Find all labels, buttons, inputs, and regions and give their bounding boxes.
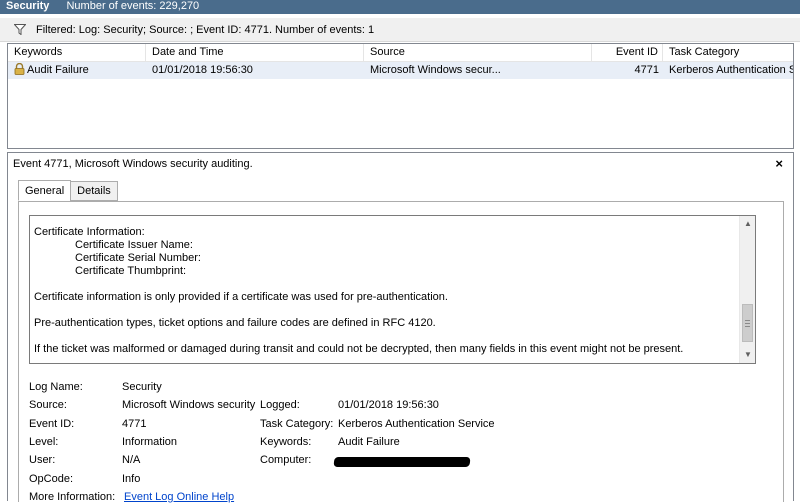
keywords-value: Audit Failure [338,436,400,448]
detail-title: Event 4771, Microsoft Windows security a… [13,158,253,170]
log-title: Security [6,0,50,12]
scroll-down-icon[interactable]: ▼ [740,347,755,363]
event-count: Number of events: 229,270 [66,0,200,12]
user-value: N/A [122,454,141,466]
event-id-label: Event ID: [29,418,75,430]
opcode-label: OpCode: [29,473,74,485]
log-title-bar: Security Number of events: 229,270 [0,0,800,14]
tab-details[interactable]: Details [70,181,118,201]
cell-task-category: Kerberos Authentication S... [669,64,793,76]
description-line: Pre-authentication types, ticket options… [34,317,436,329]
log-name-label: Log Name: [29,381,83,393]
funnel-icon [14,24,26,35]
source-value: Microsoft Windows security [122,399,256,411]
scroll-up-icon[interactable]: ▲ [740,216,755,232]
event-id-value: 4771 [122,418,147,430]
description-line: Certificate Thumbprint: [75,265,187,277]
grid-header: Keywords Date and Time Source Event ID T… [8,44,793,62]
cell-event-id: 4771 [634,64,659,76]
filter-text: Filtered: Log: Security; Source: ; Event… [36,23,375,36]
cell-source: Microsoft Windows secur... [370,64,501,76]
opcode-value: Info [122,473,141,485]
table-row[interactable]: Audit Failure 01/01/2018 19:56:30 Micros… [8,62,793,79]
events-grid: Keywords Date and Time Source Event ID T… [7,43,794,149]
description-line: If the ticket was malformed or damaged d… [34,343,684,355]
filter-bar: Filtered: Log: Security; Source: ; Event… [0,18,800,42]
description-scrollbar[interactable]: ▲ ▼ [739,216,755,363]
column-header-keywords[interactable]: Keywords [8,44,146,62]
description-line: Certificate Issuer Name: [75,239,193,251]
description-text: Certificate Information: Certificate Iss… [34,216,738,356]
keywords-label: Keywords: [260,436,312,448]
column-header-event-id[interactable]: Event ID [592,44,663,62]
level-value: Information [122,436,178,448]
source-label: Source: [29,399,67,411]
cell-keywords-text: Audit Failure [27,64,89,76]
event-detail-pane: Event 4771, Microsoft Windows security a… [7,152,794,504]
task-category-value: Kerberos Authentication Service [338,418,495,430]
more-info-label: More Information: [29,491,116,503]
description-line: Certificate information is only provided… [34,291,448,303]
task-category-label: Task Category: [260,418,334,430]
description-line: Certificate Information: [34,226,145,238]
column-header-date-and-time[interactable]: Date and Time [146,44,364,62]
close-icon[interactable]: × [775,153,783,175]
column-header-source[interactable]: Source [364,44,592,62]
detail-header: Event 4771, Microsoft Windows security a… [8,153,793,175]
detail-tabs: General Details [18,180,118,202]
description-box[interactable]: Certificate Information: Certificate Iss… [29,215,756,364]
level-label: Level: [29,436,59,448]
tab-general[interactable]: General [18,180,72,201]
description-line: Certificate Serial Number: [75,252,201,264]
log-name-value: Security [122,381,162,393]
logged-label: Logged: [260,399,300,411]
column-header-task-category[interactable]: Task Category [663,44,793,62]
logged-value: 01/01/2018 19:56:30 [338,399,439,411]
scroll-thumb[interactable] [742,304,753,342]
cell-date-time: 01/01/2018 19:56:30 [152,64,253,76]
lock-icon [14,63,25,75]
user-label: User: [29,454,56,466]
description-line-partial [34,216,738,226]
cell-keywords: Audit Failure [8,62,146,79]
computer-label: Computer: [260,454,312,466]
event-log-online-help-link[interactable]: Event Log Online Help [124,490,234,504]
redacted-computer-name [333,457,471,467]
